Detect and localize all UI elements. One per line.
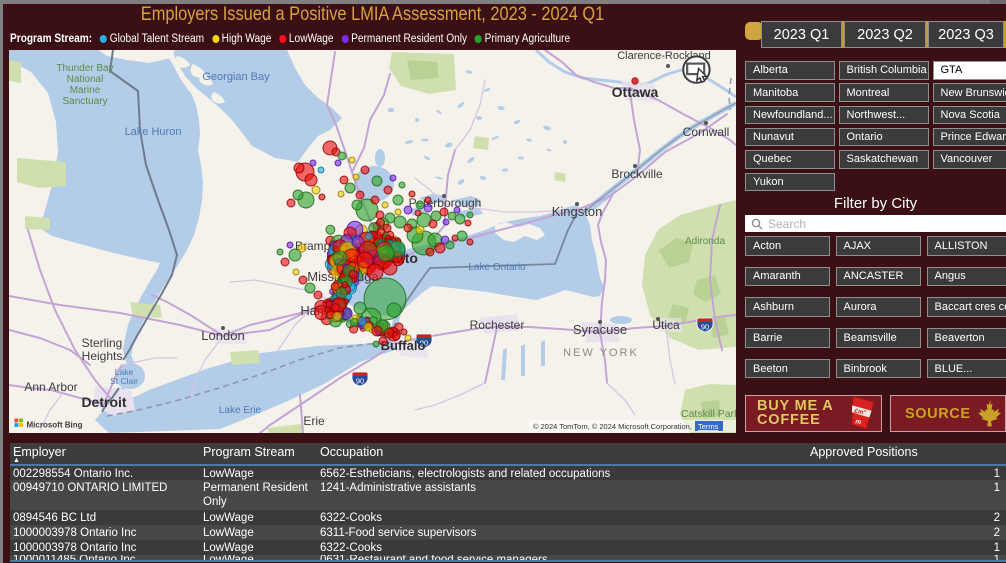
svg-text:Rochester: Rochester	[470, 318, 525, 332]
svg-text:© 2024 TomTom, © 2024 Microsof: © 2024 TomTom, © 2024 Microsoft Corporat…	[533, 422, 692, 431]
svg-text:Marine: Marine	[70, 85, 101, 96]
svg-text:Erie: Erie	[303, 414, 325, 428]
svg-text:London: London	[201, 328, 244, 343]
svg-text:Ann Arbor: Ann Arbor	[24, 380, 77, 394]
svg-text:Lake Huron: Lake Huron	[125, 126, 182, 138]
svg-text:Catskill Park: Catskill Park	[681, 408, 736, 420]
svg-text:Terms: Terms	[698, 422, 719, 431]
svg-text:NEW YORK: NEW YORK	[563, 347, 639, 359]
svg-text:Microsoft Bing: Microsoft Bing	[27, 421, 83, 430]
svg-text:National: National	[67, 74, 104, 85]
svg-text:Kingston: Kingston	[552, 204, 603, 219]
svg-text:Ottawa: Ottawa	[612, 84, 659, 100]
svg-text:Sanctuary: Sanctuary	[62, 96, 107, 107]
svg-text:Lake Erie: Lake Erie	[219, 405, 262, 416]
svg-text:90: 90	[701, 323, 709, 332]
svg-text:90: 90	[356, 377, 364, 386]
svg-text:Sterling: Sterling	[82, 336, 123, 350]
svg-text:Lake Ontario: Lake Ontario	[468, 262, 526, 273]
svg-text:Detroit: Detroit	[81, 394, 126, 410]
svg-text:Syracuse: Syracuse	[573, 322, 627, 337]
svg-text:Adironda: Adironda	[685, 236, 725, 247]
svg-text:Brockville: Brockville	[611, 167, 663, 181]
svg-text:St Clair: St Clair	[110, 376, 138, 386]
svg-text:Heights: Heights	[82, 349, 123, 363]
svg-text:Georgian Bay: Georgian Bay	[202, 71, 270, 83]
svg-text:Thunder Bay: Thunder Bay	[56, 63, 113, 74]
svg-text:Cornwall: Cornwall	[683, 125, 730, 139]
